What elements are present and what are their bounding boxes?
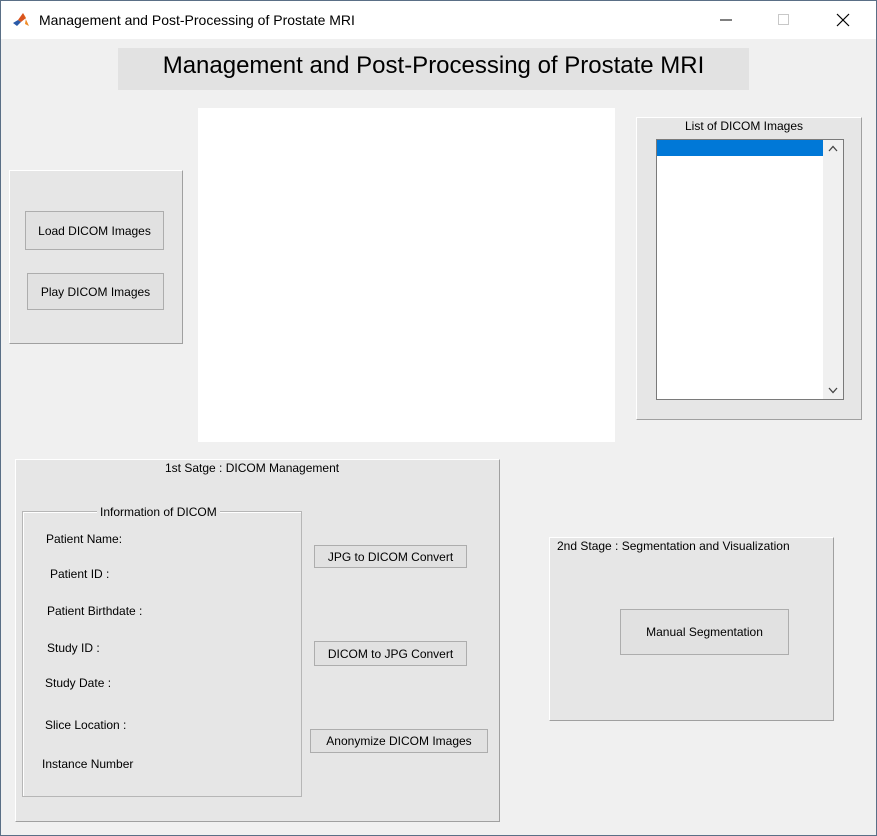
play-dicom-button[interactable]: Play DICOM Images <box>27 273 164 310</box>
close-button[interactable] <box>814 1 872 39</box>
minimize-button[interactable] <box>697 1 755 39</box>
stage2-title: 2nd Stage : Segmentation and Visualizati… <box>554 538 793 554</box>
minimize-icon <box>720 19 732 21</box>
slice-location-label: Slice Location : <box>45 718 127 732</box>
stage1-panel: 1st Satge : DICOM Management Information… <box>15 459 500 822</box>
window-title: Management and Post-Processing of Prosta… <box>39 12 355 28</box>
patient-name-label: Patient Name: <box>46 532 123 546</box>
image-display-axes[interactable] <box>198 108 615 442</box>
anonymize-dicom-button[interactable]: Anonymize DICOM Images <box>310 729 488 753</box>
dicom-info-title: Information of DICOM <box>97 504 220 520</box>
maximize-icon <box>778 14 789 25</box>
scroll-up-button[interactable] <box>823 140 843 157</box>
dicom-image-listbox[interactable] <box>656 139 844 400</box>
list-item[interactable] <box>657 140 823 156</box>
load-play-panel: Load DICOM Images Play DICOM Images <box>9 170 183 344</box>
title-bar[interactable]: Management and Post-Processing of Prosta… <box>1 1 876 39</box>
listbox-scrollbar[interactable] <box>823 140 843 399</box>
jpg-to-dicom-button[interactable]: JPG to DICOM Convert <box>314 545 467 568</box>
stage2-panel: 2nd Stage : Segmentation and Visualizati… <box>549 537 834 721</box>
dicom-list-title: List of DICOM Images <box>682 118 807 134</box>
study-date-label: Study Date : <box>45 676 112 690</box>
close-icon <box>836 13 850 27</box>
dicom-to-jpg-button[interactable]: DICOM to JPG Convert <box>314 641 467 666</box>
patient-birthdate-label: Patient Birthdate : <box>47 604 143 618</box>
app-window: Management and Post-Processing of Prosta… <box>0 0 877 836</box>
load-dicom-button[interactable]: Load DICOM Images <box>25 211 164 250</box>
patient-id-label: Patient ID : <box>50 567 110 581</box>
matlab-icon <box>12 11 30 29</box>
maximize-button[interactable] <box>755 1 813 39</box>
study-id-label: Study ID : <box>47 641 100 655</box>
page-title: Management and Post-Processing of Prosta… <box>118 48 749 90</box>
chevron-up-icon <box>828 145 838 152</box>
manual-segmentation-button[interactable]: Manual Segmentation <box>620 609 789 655</box>
instance-number-label: Instance Number <box>42 757 134 771</box>
scroll-down-button[interactable] <box>823 382 843 399</box>
chevron-down-icon <box>828 387 838 394</box>
stage1-title: 1st Satge : DICOM Management <box>162 460 343 476</box>
